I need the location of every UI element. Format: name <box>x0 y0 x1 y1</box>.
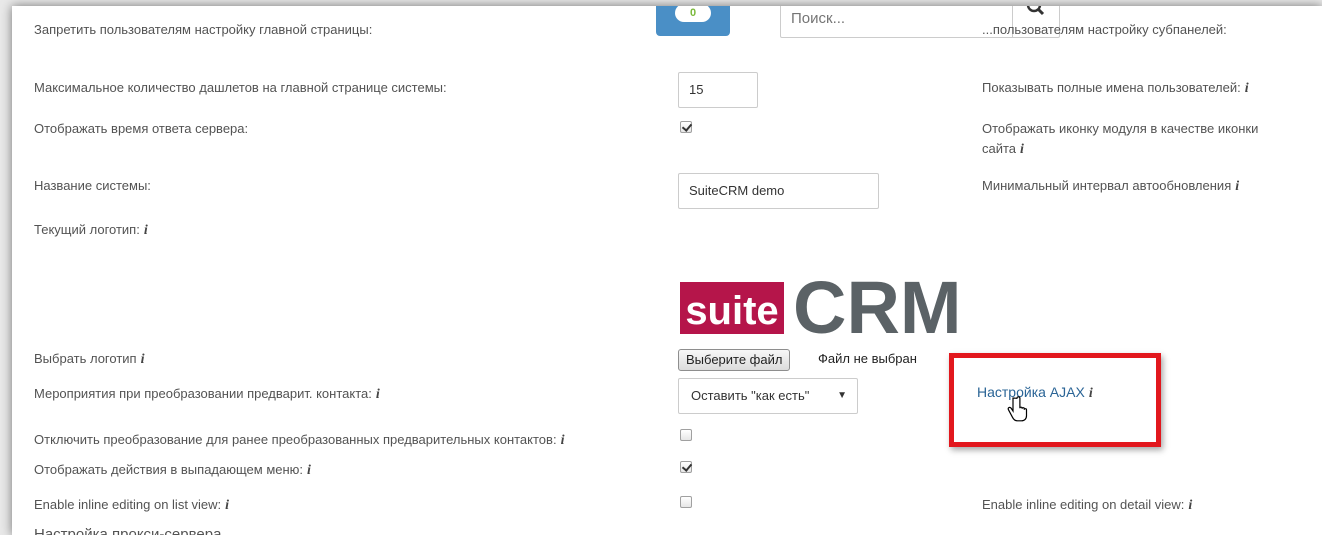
label-disable-conversion: Отключить преобразование для ранее преоб… <box>34 432 565 448</box>
label-lead-conversion-activities: Мероприятия при преобразовании предварит… <box>34 386 380 402</box>
show-response-time-checkbox[interactable] <box>680 121 692 133</box>
info-icon[interactable]: i <box>144 223 148 238</box>
notifications-button[interactable]: 0 <box>656 6 730 36</box>
section-proxy-settings: Настройка прокси-сервера <box>34 526 222 535</box>
label-system-name: Название системы: <box>34 178 151 193</box>
label-show-response-time: Отображать время ответа сервера: <box>34 121 249 136</box>
label-show-full-names: Показывать полные имена пользователей: i <box>982 80 1249 96</box>
actions-dropdown-checkbox[interactable] <box>680 461 692 473</box>
info-icon[interactable]: i <box>307 463 311 478</box>
system-name-input[interactable]: SuiteCRM demo <box>678 173 879 209</box>
info-icon[interactable]: i <box>1188 498 1192 513</box>
label-max-dashlets: Максимальное количество дашлетов на глав… <box>34 80 447 95</box>
label-actions-dropdown: Отображать действия в выпадающем меню: i <box>34 462 311 478</box>
info-icon[interactable]: i <box>1020 142 1024 157</box>
label-module-icon-favicon: Отображать иконку модуля в качестве икон… <box>982 121 1259 157</box>
svg-text:suite: suite <box>685 289 778 333</box>
label-inline-detail-view: Enable inline editing on detail view: i <box>982 497 1193 513</box>
svg-text:CRM: CRM <box>793 272 962 338</box>
suitecrm-logo: suite CRM <box>680 272 962 338</box>
info-icon[interactable]: i <box>1245 81 1249 96</box>
dropdown-arrow-icon: ▼ <box>837 390 847 401</box>
label-min-refresh-interval: Минимальный интервал автообновления i <box>982 178 1240 194</box>
info-icon[interactable]: i <box>1235 179 1239 194</box>
label-inline-list-view: Enable inline editing on list view: i <box>34 497 230 513</box>
info-icon[interactable]: i <box>561 433 565 448</box>
search-input[interactable] <box>781 6 1011 37</box>
inline-list-view-checkbox[interactable] <box>680 496 692 508</box>
hand-cursor-icon <box>1007 396 1028 422</box>
label-disable-subpanel-customization: ...пользователям настройку субпанелей: <box>982 22 1227 37</box>
info-icon[interactable]: i <box>376 387 380 402</box>
info-icon[interactable]: i <box>225 498 229 513</box>
admin-settings-panel: 0 Запретить пользователям настройку глав… <box>12 6 1322 535</box>
max-dashlets-input[interactable]: 15 <box>678 72 758 108</box>
info-icon[interactable]: i <box>141 352 145 367</box>
label-disable-home-customization: Запретить пользователям настройку главно… <box>34 22 373 37</box>
label-current-logo: Текущий логотип: i <box>34 222 148 238</box>
lead-conversion-selected: Оставить "как есть" <box>691 388 810 403</box>
disable-conversion-checkbox[interactable] <box>680 429 692 441</box>
ajax-settings-link[interactable]: Настройка AJAX i <box>977 382 1093 404</box>
file-status-text: Файл не выбран <box>818 351 917 366</box>
choose-file-button[interactable]: Выберите файл <box>678 349 791 371</box>
lead-conversion-select[interactable]: Оставить "как есть" ▼ <box>678 378 858 414</box>
label-select-logo: Выбрать логотип i <box>34 351 145 367</box>
notification-count-badge: 0 <box>675 6 711 22</box>
info-icon[interactable]: i <box>1089 386 1093 401</box>
